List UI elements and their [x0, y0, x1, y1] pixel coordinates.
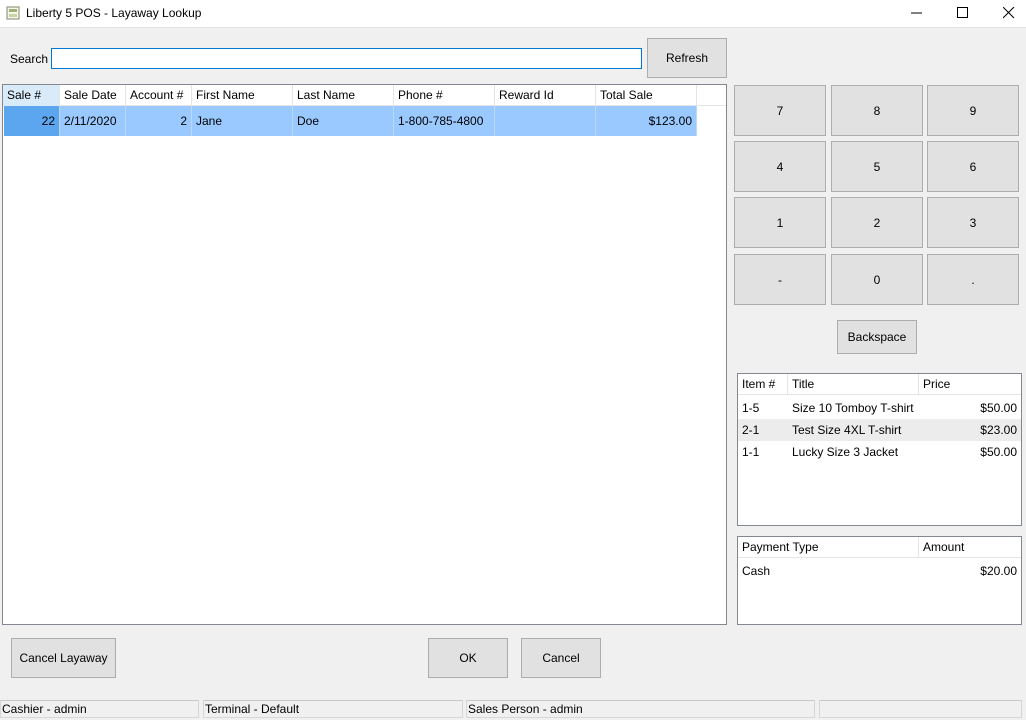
item-title: Size 10 Tomboy T-shirt: [792, 401, 914, 415]
list-item[interactable]: 2-1 Test Size 4XL T-shirt $23.00: [738, 419, 1021, 441]
column-header-payment-type[interactable]: Payment Type: [738, 537, 919, 558]
cell-sale-date: 2/11/2020: [60, 106, 126, 136]
column-header-total-sale[interactable]: Total Sale: [596, 85, 697, 106]
layaway-grid-header: Sale # Sale Date Account # First Name La…: [3, 85, 726, 106]
item-title: Lucky Size 3 Jacket: [792, 445, 899, 459]
column-header-item-no[interactable]: Item #: [738, 374, 788, 395]
window-title: Liberty 5 POS - Layaway Lookup: [26, 6, 202, 20]
minimize-button[interactable]: [894, 0, 940, 28]
cancel-layaway-button[interactable]: Cancel Layaway: [11, 638, 116, 678]
item-no: 1-1: [742, 445, 760, 459]
list-item[interactable]: Cash $20.00: [738, 560, 1021, 582]
cell-sale-no: 22: [4, 106, 60, 136]
search-input[interactable]: [51, 48, 642, 69]
item-price: $50.00: [980, 401, 1017, 415]
column-header-price[interactable]: Price: [919, 374, 1021, 395]
keypad-0-button[interactable]: 0: [831, 254, 923, 305]
column-header-sale-no[interactable]: Sale #: [3, 85, 60, 106]
cell-reward-id: [495, 106, 596, 136]
maximize-button[interactable]: [940, 0, 986, 28]
status-terminal: Terminal - Default: [203, 700, 463, 718]
refresh-button[interactable]: Refresh: [647, 38, 727, 78]
item-price: $23.00: [980, 423, 1017, 437]
keypad-4-button[interactable]: 4: [734, 141, 826, 192]
keypad-7-button[interactable]: 7: [734, 85, 826, 136]
keypad-2-button[interactable]: 2: [831, 197, 923, 248]
maximize-icon: [957, 7, 968, 18]
column-header-last-name[interactable]: Last Name: [293, 85, 394, 106]
cell-account-no: 2: [126, 106, 192, 136]
cell-last-name: Doe: [293, 106, 394, 136]
keypad-decimal-button[interactable]: .: [927, 254, 1019, 305]
close-icon: [1003, 7, 1015, 19]
status-sales-person: Sales Person - admin: [466, 700, 815, 718]
keypad-3-button[interactable]: 3: [927, 197, 1019, 248]
column-header-phone[interactable]: Phone #: [394, 85, 495, 106]
column-header-reward-id[interactable]: Reward Id: [495, 85, 596, 106]
keypad-6-button[interactable]: 6: [927, 141, 1019, 192]
keypad-9-button[interactable]: 9: [927, 85, 1019, 136]
list-item[interactable]: 1-5 Size 10 Tomboy T-shirt $50.00: [738, 397, 1021, 419]
payments-grid[interactable]: Payment Type Amount Cash $20.00: [737, 536, 1022, 625]
layaway-grid[interactable]: Sale # Sale Date Account # First Name La…: [2, 84, 727, 625]
keypad-1-button[interactable]: 1: [734, 197, 826, 248]
column-header-account-no[interactable]: Account #: [126, 85, 192, 106]
column-header-first-name[interactable]: First Name: [192, 85, 293, 106]
title-bar: Liberty 5 POS - Layaway Lookup: [0, 0, 1026, 28]
item-price: $50.00: [980, 445, 1017, 459]
items-grid-header: Item # Title Price: [738, 374, 1021, 395]
item-no: 1-5: [742, 401, 760, 415]
ok-button[interactable]: OK: [428, 638, 508, 678]
items-grid[interactable]: Item # Title Price 1-5 Size 10 Tomboy T-…: [737, 373, 1022, 526]
backspace-button[interactable]: Backspace: [837, 320, 917, 354]
keypad-minus-button[interactable]: -: [734, 254, 826, 305]
minimize-icon: [911, 12, 922, 14]
item-no: 2-1: [742, 423, 760, 437]
column-header-amount[interactable]: Amount: [919, 537, 1021, 558]
table-row[interactable]: 22 2/11/2020 2 Jane Doe 1-800-785-4800 $…: [4, 106, 697, 136]
keypad-8-button[interactable]: 8: [831, 85, 923, 136]
close-button[interactable]: [986, 0, 1026, 28]
status-extra: [819, 700, 1022, 718]
payment-type: Cash: [742, 564, 771, 578]
cancel-button[interactable]: Cancel: [521, 638, 601, 678]
payment-amount: $20.00: [980, 564, 1017, 578]
column-header-title[interactable]: Title: [788, 374, 919, 395]
keypad-5-button[interactable]: 5: [831, 141, 923, 192]
cell-phone: 1-800-785-4800: [394, 106, 495, 136]
payments-grid-header: Payment Type Amount: [738, 537, 1021, 558]
status-bar: Cashier - admin Terminal - Default Sales…: [0, 697, 1026, 720]
list-item[interactable]: 1-1 Lucky Size 3 Jacket $50.00: [738, 441, 1021, 463]
search-label: Search: [10, 52, 49, 66]
cell-total-sale: $123.00: [596, 106, 697, 136]
column-header-sale-date[interactable]: Sale Date: [60, 85, 126, 106]
item-title: Test Size 4XL T-shirt: [792, 423, 902, 437]
app-icon: [6, 6, 20, 20]
cell-first-name: Jane: [192, 106, 293, 136]
status-cashier: Cashier - admin: [0, 700, 199, 718]
